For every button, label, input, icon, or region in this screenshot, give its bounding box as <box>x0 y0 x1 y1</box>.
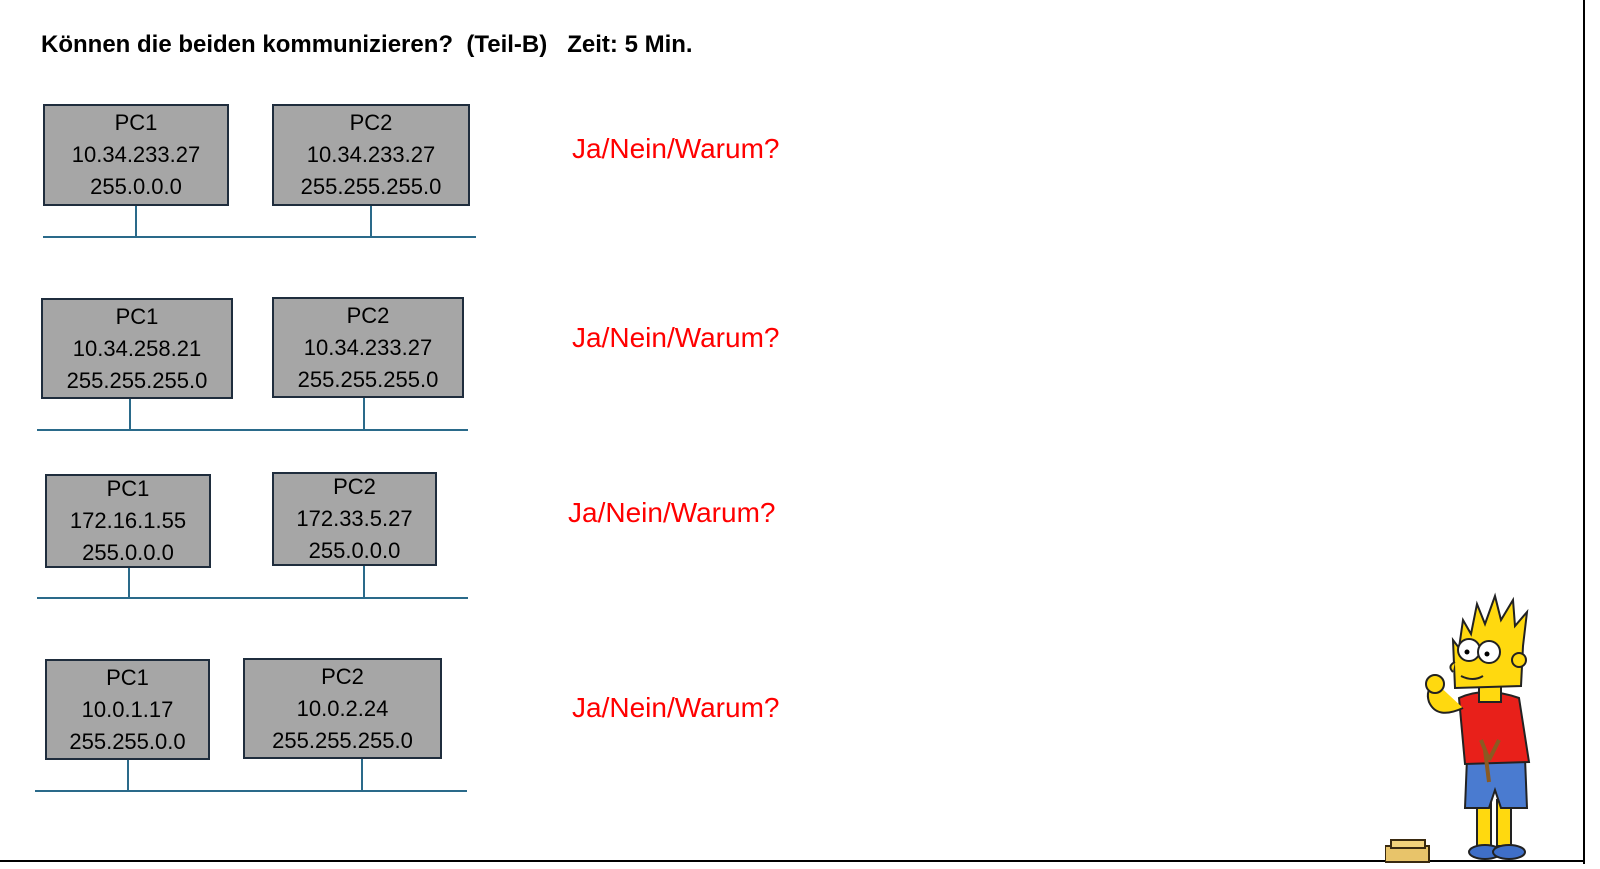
pc-subnet-mask: 255.0.0.0 <box>90 174 182 199</box>
pc2-box: PC2 10.0.2.24 255.255.255.0 <box>243 658 442 759</box>
network-line <box>43 236 476 238</box>
pc-subnet-mask: 255.255.255.0 <box>66 367 208 393</box>
pc-name: PC1 <box>115 303 159 329</box>
network-drop-pc2 <box>361 759 363 791</box>
pc-ip-address: 10.0.2.24 <box>296 695 389 721</box>
pc-name: PC2 <box>346 302 390 328</box>
network-drop-pc1 <box>135 206 137 237</box>
pc-ip-address: 10.34.233.27 <box>306 142 436 167</box>
frame-bottom-border <box>0 860 1585 862</box>
answer-prompt: Ja/Nein/Warum? <box>572 322 780 353</box>
network-line <box>37 429 468 431</box>
answer-prompt: Ja/Nein/Warum? <box>572 692 780 723</box>
pc2-box: PC2 10.34.233.27 255.255.255.0 <box>272 297 464 398</box>
cartoon-boy-illustration <box>1384 590 1575 869</box>
page-title: Können die beiden kommunizieren? (Teil-B… <box>41 31 693 58</box>
pc-ip-address: 10.34.233.27 <box>303 334 433 360</box>
pc-subnet-mask: 255.0.0.0 <box>82 540 174 565</box>
network-drop-pc2 <box>363 566 365 598</box>
pc-subnet-mask: 255.255.255.0 <box>297 366 439 392</box>
pc2-box: PC2 172.33.5.27 255.0.0.0 <box>272 472 437 566</box>
pc-ip-address: 10.0.1.17 <box>81 696 174 722</box>
frame-right-border <box>1583 0 1585 864</box>
network-line <box>35 790 467 792</box>
network-drop-pc1 <box>129 399 131 430</box>
pc-name: PC1 <box>106 664 149 690</box>
pc1-box: PC1 172.16.1.55 255.0.0.0 <box>45 474 211 568</box>
pc-ip-address: 172.33.5.27 <box>296 506 413 531</box>
pc-name: PC2 <box>333 474 376 499</box>
pc-name: PC1 <box>106 476 150 501</box>
pc-ip-address: 172.16.1.55 <box>69 508 187 533</box>
pc1-box: PC1 10.0.1.17 255.255.0.0 <box>45 659 210 760</box>
pc-subnet-mask: 255.255.255.0 <box>300 174 442 199</box>
pc-name: PC2 <box>321 663 364 689</box>
answer-prompt: Ja/Nein/Warum? <box>572 133 780 164</box>
pc-name: PC2 <box>349 110 393 135</box>
pc1-box: PC1 10.34.233.27 255.0.0.0 <box>43 104 229 206</box>
network-drop-pc1 <box>127 760 129 791</box>
pc-name: PC1 <box>114 110 158 135</box>
network-line <box>37 597 468 599</box>
answer-prompt: Ja/Nein/Warum? <box>568 497 776 528</box>
pc-subnet-mask: 255.255.255.0 <box>272 727 413 753</box>
network-drop-pc2 <box>363 398 365 430</box>
pc-subnet-mask: 255.255.0.0 <box>69 728 186 754</box>
network-drop-pc2 <box>370 206 372 237</box>
pc-ip-address: 10.34.233.27 <box>71 142 201 167</box>
pc-ip-address: 10.34.258.21 <box>72 335 202 361</box>
pc1-box: PC1 10.34.258.21 255.255.255.0 <box>41 298 233 399</box>
pc2-box: PC2 10.34.233.27 255.255.255.0 <box>272 104 470 206</box>
pc-subnet-mask: 255.0.0.0 <box>308 538 401 563</box>
network-drop-pc1 <box>128 568 130 598</box>
